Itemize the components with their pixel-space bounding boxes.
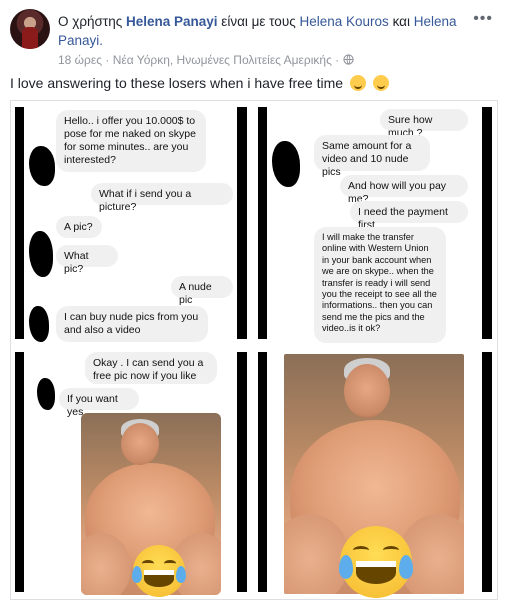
- post-location-link[interactable]: Νέα Υόρκη, Ηνωμένες Πολιτείες Αμερικής: [113, 53, 332, 67]
- grinning-squinting-face-icon: [349, 75, 366, 91]
- globe-icon: [342, 53, 354, 67]
- chat-bubble-sent: What if i send you a picture?: [91, 183, 233, 213]
- chat-bubble-sent: Okay . I can send you a free pic now if …: [85, 352, 217, 384]
- redaction-scribble: [272, 141, 300, 187]
- cropped-strip: [482, 107, 492, 339]
- chat-panel-1: Hello.. i offer you 10.000$ to pose for …: [11, 101, 251, 347]
- chat-bubble-received: If you want yes: [59, 388, 139, 418]
- post-timestamp[interactable]: 18 ώρες: [58, 53, 102, 67]
- cropped-strip: [258, 107, 267, 339]
- chat-bubble-sent: Sure how much ?: [380, 109, 468, 139]
- chat-bubble-received: Same amount for a video and 10 nude pics: [314, 135, 430, 178]
- author-avatar[interactable]: [10, 9, 50, 49]
- chat-panel-3: Okay . I can send you a free pic now if …: [11, 350, 251, 599]
- cropped-strip: [237, 107, 247, 339]
- meta-separator: ·: [335, 53, 340, 67]
- chat-bubble-received: I will make the transfer online with Wes…: [314, 227, 446, 343]
- chat-bubble-sent: And how will you pay me?: [340, 175, 468, 205]
- redaction-scribble: [37, 378, 55, 410]
- author-name-link[interactable]: Helena Panayi: [126, 14, 218, 29]
- header-middle-text: είναι με τους: [221, 14, 296, 29]
- more-options-icon[interactable]: •••: [473, 10, 493, 28]
- chat-bubble-received: I can buy nude pics from you and also a …: [56, 306, 208, 342]
- header-prefix: Ο χρήστης: [58, 14, 123, 29]
- chat-bubble-received: A pic?: [56, 216, 102, 238]
- facebook-post: Ο χρήστης Helena Panayi είναι με τους He…: [0, 0, 505, 609]
- header-and-text: και: [392, 14, 410, 29]
- cropped-strip: [15, 107, 24, 339]
- post-header: Ο χρήστης Helena Panayi είναι με τους He…: [58, 12, 473, 50]
- face-with-tears-of-joy-icon: [338, 526, 414, 598]
- redaction-scribble: [29, 231, 53, 277]
- chat-bubble-received: What pic?: [56, 245, 118, 275]
- post-text-body: I love answering to these losers when i …: [10, 75, 344, 91]
- face-blowing-kiss-icon: [372, 75, 389, 91]
- cropped-strip: [15, 352, 24, 592]
- cropped-strip: [237, 352, 247, 592]
- chat-bubble-sent: I need the payment first: [350, 201, 468, 231]
- post-photo[interactable]: Hello.. i offer you 10.000$ to pose for …: [10, 100, 498, 600]
- redaction-scribble: [29, 306, 49, 342]
- photo-panel-4: [254, 350, 497, 599]
- chat-bubble-sent: A nude pic: [171, 276, 233, 306]
- chat-panel-2: Sure how much ? Same amount for a video …: [254, 101, 497, 347]
- redaction-scribble: [29, 146, 55, 186]
- post-meta: 18 ώρες · Νέα Υόρκη, Ηνωμένες Πολιτείες …: [58, 53, 354, 67]
- chat-bubble-received: Hello.. i offer you 10.000$ to pose for …: [56, 110, 206, 172]
- cropped-strip: [482, 352, 492, 592]
- face-with-tears-of-joy-icon: [131, 545, 187, 597]
- tagged-user-link-1[interactable]: Helena Kouros: [299, 14, 388, 29]
- post-text: I love answering to these losers when i …: [10, 75, 389, 91]
- meta-separator: ·: [105, 53, 110, 67]
- cropped-strip: [258, 352, 267, 592]
